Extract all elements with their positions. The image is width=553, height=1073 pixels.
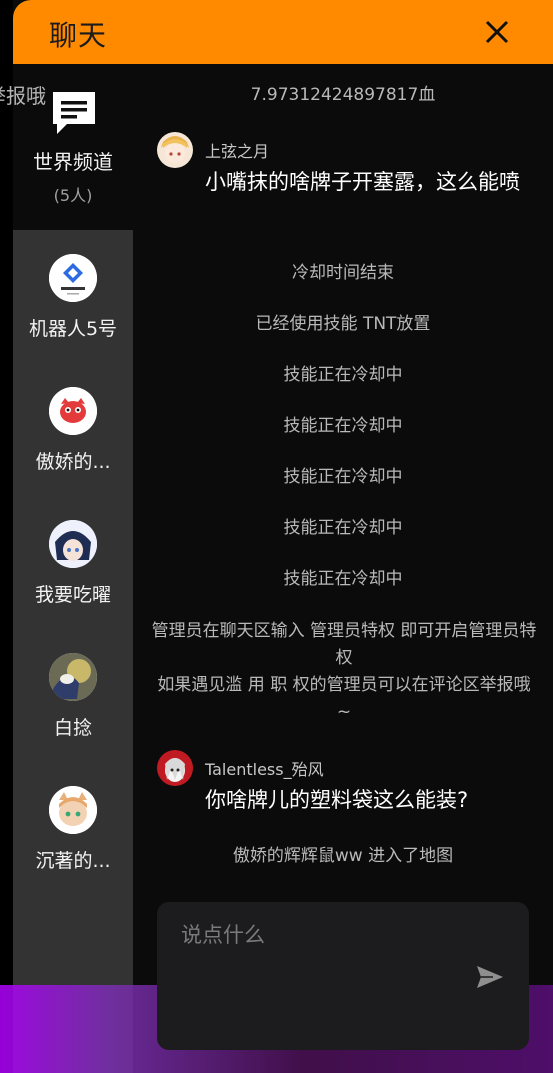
user-name: 沉著的... <box>35 850 111 872</box>
admin-notice: 管理员在聊天区输入 管理员特权 即可开启管理员特权 <box>151 621 537 668</box>
message-text: 小嘴抹的啥牌子开塞露，这么能喷 <box>205 170 520 194</box>
user-name: 傲娇的... <box>35 451 111 473</box>
channel-name: 世界频道 <box>33 150 113 174</box>
user-name: 白捻 <box>53 717 92 739</box>
avatar <box>49 520 97 568</box>
chat-header: 聊天 <box>13 0 553 64</box>
system-message: 7.97312424897817血 <box>250 85 436 105</box>
system-message: 技能正在冷却中 <box>283 467 403 487</box>
avatar <box>49 254 97 302</box>
system-message: 技能正在冷却中 <box>283 416 403 436</box>
chat-message: 上弦之月 小嘴抹的啥牌子开塞露，这么能喷 <box>157 132 537 242</box>
close-icon <box>485 20 509 44</box>
user-item[interactable]: 白捻 <box>13 653 133 773</box>
user-name: 我要吃曜 <box>34 584 111 606</box>
system-message: 技能正在冷却中 <box>283 569 403 589</box>
chat-message: Talentless_殆风 你啥牌儿的塑料袋这么能装? <box>157 750 537 830</box>
user-item[interactable]: 机器人5号 <box>13 254 133 374</box>
header-title: 聊天 <box>49 19 108 52</box>
user-item[interactable]: 傲娇的... <box>13 387 133 507</box>
user-name: 机器人5号 <box>28 318 118 340</box>
send-button[interactable] <box>475 964 505 990</box>
avatar <box>49 387 97 435</box>
chat-bubble-icon <box>53 92 95 134</box>
message-text: 你啥牌儿的塑料袋这么能装? <box>205 788 469 812</box>
sidebar: 世界频道 (5人) 机器人5号 傲娇的... 我要吃曜 白捻 沉著的... <box>13 64 133 1073</box>
admin-notice: 如果遇见滥 用 职 权的管理员可以在评论区举报哦~ <box>157 675 531 722</box>
avatar <box>49 786 97 834</box>
send-icon <box>477 966 503 988</box>
chat-input-box <box>157 902 529 1050</box>
system-message: 技能正在冷却中 <box>283 518 403 538</box>
avatar[interactable] <box>157 750 193 786</box>
overlay-text-fragment: 举报哦 <box>0 84 46 108</box>
page: 聊天 世界频道 (5人) 机器人5号 傲娇的... 我要吃曜 白捻 沉著的...… <box>0 0 553 1073</box>
avatar[interactable] <box>157 132 193 168</box>
avatar <box>49 653 97 701</box>
user-list: 机器人5号 傲娇的... 我要吃曜 白捻 沉著的... <box>13 230 133 1073</box>
user-item[interactable]: 沉著的... <box>13 786 133 906</box>
system-message: 冷却时间结束 <box>292 263 394 283</box>
system-message: 傲娇的辉辉鼠ww 进入了地图 <box>232 846 454 866</box>
message-username: Talentless_殆风 <box>205 760 324 779</box>
channel-member-count: (5人) <box>53 186 93 205</box>
close-button[interactable] <box>481 16 513 48</box>
message-username: 上弦之月 <box>205 142 270 161</box>
system-message: 技能正在冷却中 <box>283 365 403 385</box>
user-item[interactable]: 我要吃曜 <box>13 520 133 640</box>
chat-input[interactable] <box>181 918 481 952</box>
system-message: 已经使用技能 TNT放置 <box>255 314 431 334</box>
